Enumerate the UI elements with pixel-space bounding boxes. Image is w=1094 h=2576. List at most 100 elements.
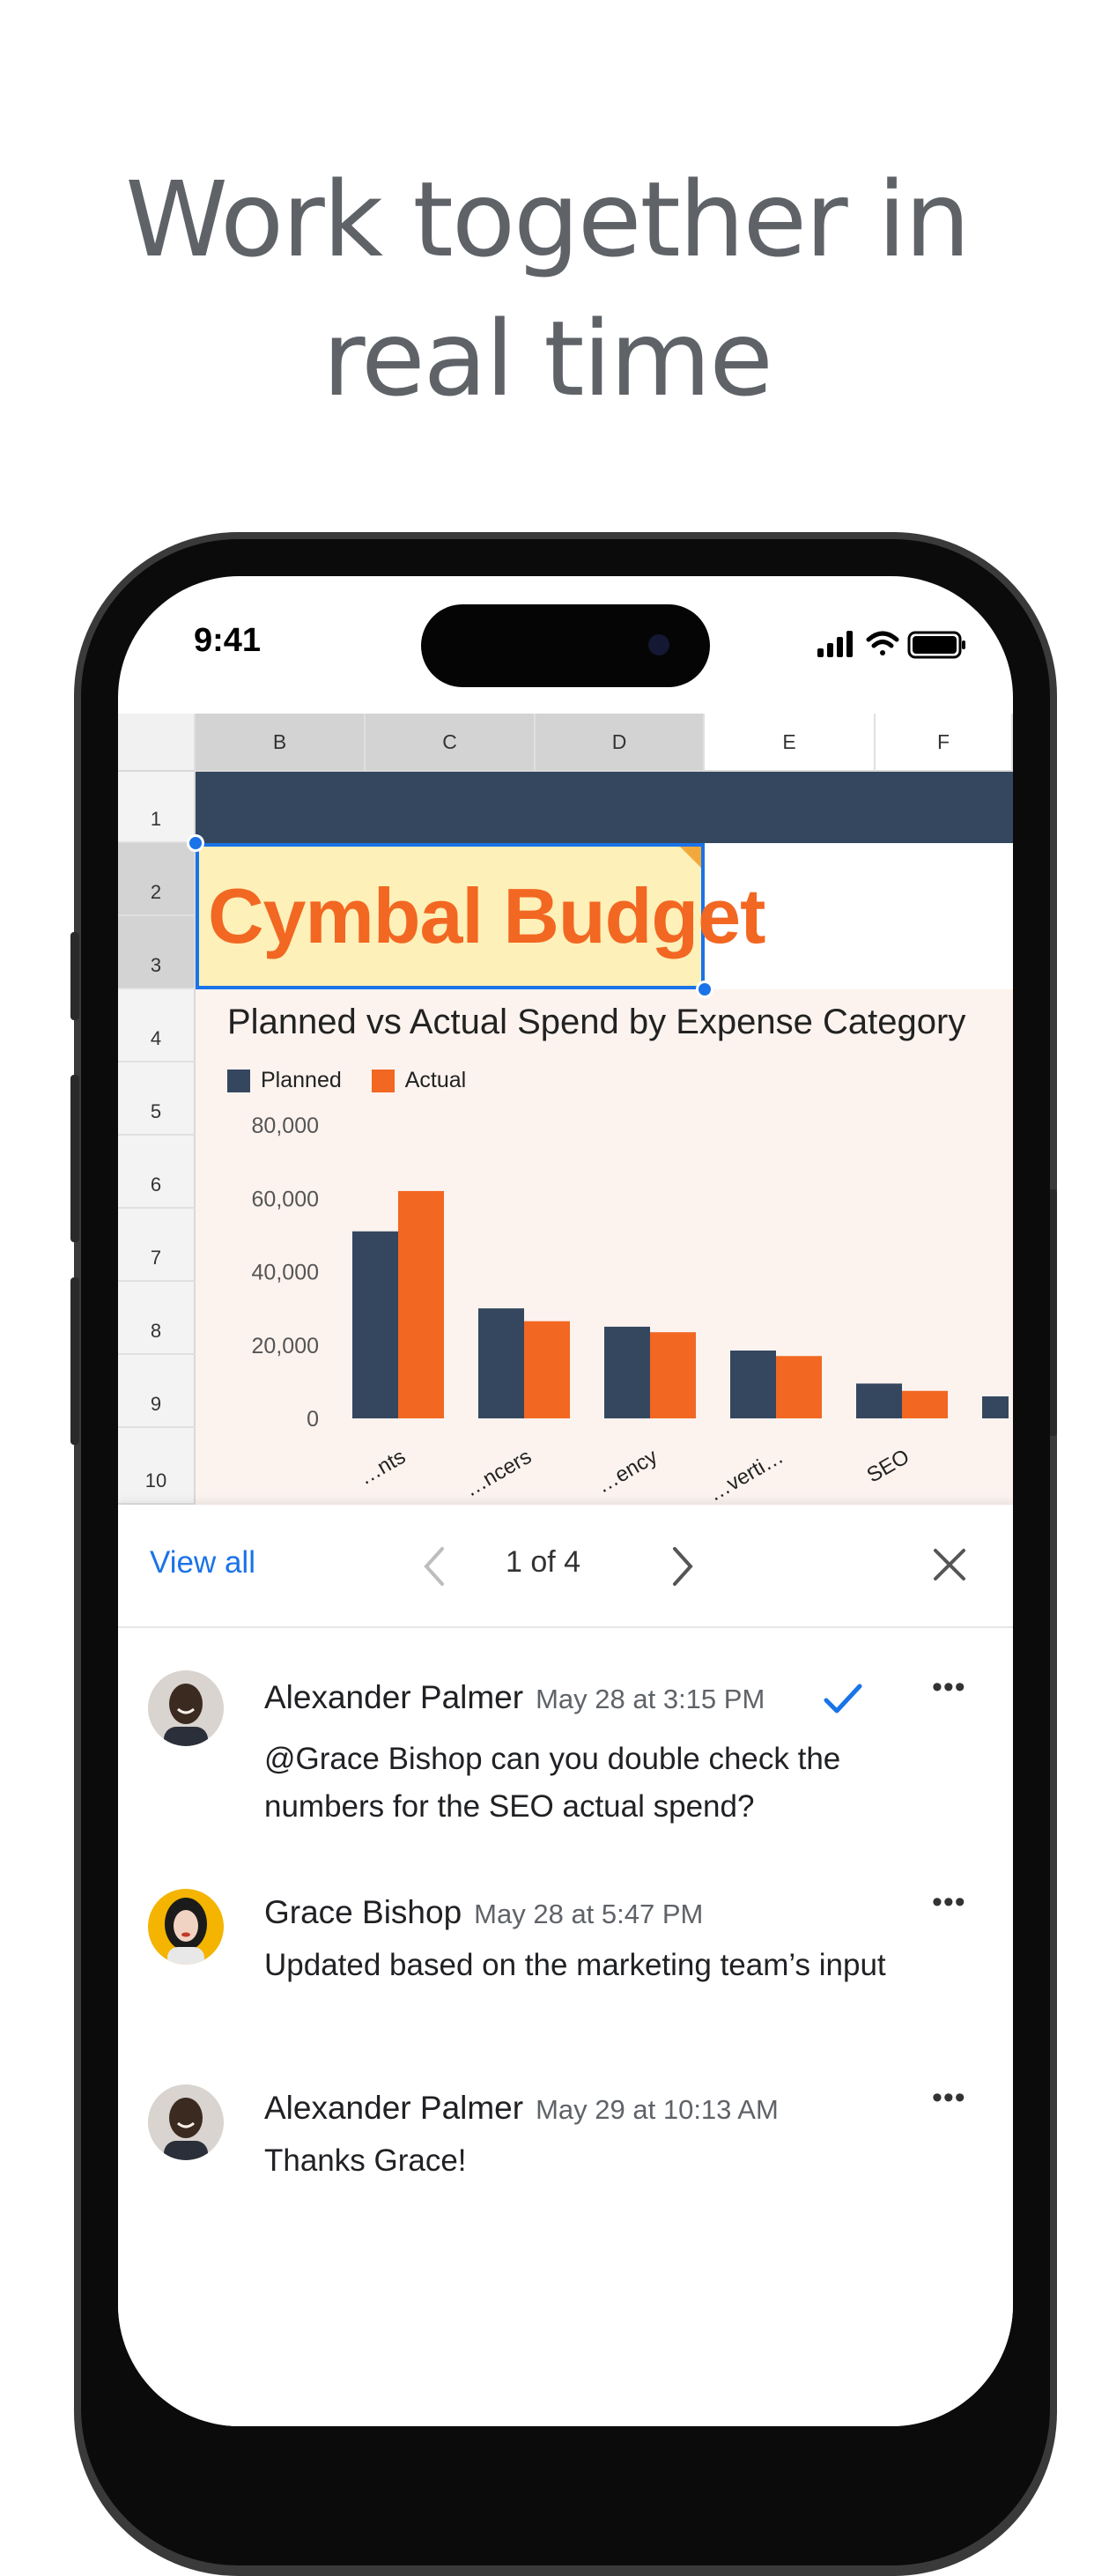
bar-planned: [982, 1396, 1009, 1418]
row-header-3[interactable]: 3: [118, 916, 196, 989]
x-tick-label: …ency: [593, 1445, 662, 1499]
y-tick-label: 60,000: [252, 1187, 319, 1211]
bar-actual: [524, 1321, 570, 1418]
bar-planned: [352, 1231, 398, 1418]
wifi-icon: [866, 631, 899, 655]
legend-label-planned: Planned: [261, 1068, 342, 1092]
bar-actual: [650, 1332, 696, 1418]
comment-author: Alexander Palmer: [264, 1679, 524, 1715]
avatar[interactable]: [148, 1670, 224, 1746]
dynamic-island: [421, 604, 710, 687]
woman-avatar-icon: [148, 1889, 224, 1965]
more-options-button[interactable]: •••: [932, 1885, 966, 1920]
comment-indicator[interactable]: [680, 847, 701, 868]
comments-toolbar: View all 1 of 4: [118, 1505, 1013, 1628]
comment-text: Updated based on the marketing team’s in…: [264, 1948, 886, 1982]
view-all-link[interactable]: View all: [150, 1545, 255, 1580]
chart-title: Planned vs Actual Spend by Expense Categ…: [227, 1003, 966, 1041]
row-header-5[interactable]: 5: [118, 1062, 196, 1136]
signal-icon: [817, 631, 853, 657]
column-header-f[interactable]: F: [876, 714, 1013, 772]
comment-text: Thanks Grace!: [264, 2143, 467, 2178]
row-header-10[interactable]: 10: [118, 1428, 196, 1505]
bar-planned: [856, 1383, 902, 1418]
avatar[interactable]: [148, 1889, 224, 1965]
bar-planned: [478, 1308, 524, 1418]
close-button[interactable]: [928, 1543, 971, 1590]
comment-timestamp: May 28 at 3:15 PM: [536, 1684, 765, 1714]
battery-icon: [907, 631, 965, 659]
comment-timestamp: May 28 at 5:47 PM: [474, 1899, 704, 1929]
next-comment-button[interactable]: [664, 1542, 699, 1595]
action-button: [70, 932, 79, 1020]
x-tick-label: …verti…: [705, 1445, 787, 1505]
chart-legend: Planned Actual: [227, 1068, 496, 1093]
select-all-corner[interactable]: [118, 714, 196, 772]
close-icon: [934, 1549, 965, 1580]
status-time: 9:41: [194, 622, 262, 659]
bar-chart: 0 20,000 40,000 60,000 80,000 …nts …ncers …ency…: [252, 1114, 1009, 1505]
selection-handle-start[interactable]: [187, 834, 204, 852]
comment-header: Alexander Palmer May 28 at 3:15 PM: [264, 1679, 765, 1716]
legend-swatch-planned: [227, 1069, 250, 1092]
chevron-right-icon: [673, 1547, 693, 1586]
chevron-left-icon: [424, 1547, 444, 1586]
y-tick-label: 80,000: [252, 1114, 319, 1138]
avatar[interactable]: [148, 2084, 224, 2160]
comment-author: Grace Bishop: [264, 1894, 462, 1930]
x-tick-label: …nts: [355, 1445, 410, 1490]
column-header-e[interactable]: E: [705, 714, 876, 772]
man-avatar-icon: [148, 1670, 224, 1746]
row-header-4[interactable]: 4: [118, 989, 196, 1062]
comment-header: Grace Bishop May 28 at 5:47 PM: [264, 1894, 703, 1931]
x-tick-label: SEO: [863, 1445, 913, 1488]
row-header-2[interactable]: 2: [118, 843, 196, 916]
row-header-9[interactable]: 9: [118, 1355, 196, 1428]
title-cell-text: Cymbal Budget: [208, 872, 765, 959]
y-tick-label: 0: [307, 1407, 319, 1432]
man-avatar-icon: [148, 2084, 224, 2160]
selection-handle-end[interactable]: [696, 981, 713, 998]
legend-actual: Actual: [371, 1068, 467, 1093]
y-tick-label: 40,000: [252, 1261, 319, 1285]
title-cell[interactable]: Cymbal Budget: [196, 843, 765, 989]
legend-planned: Planned: [227, 1068, 342, 1093]
comment-author: Alexander Palmer: [264, 2090, 524, 2126]
row-header-8[interactable]: 8: [118, 1282, 196, 1355]
more-options-button[interactable]: •••: [932, 1670, 966, 1705]
bar-actual: [776, 1356, 822, 1418]
bar-planned: [730, 1350, 776, 1418]
bar-planned: [604, 1326, 650, 1418]
headline-line1: Work together in: [125, 159, 971, 280]
column-header-c[interactable]: C: [366, 714, 536, 772]
legend-label-actual: Actual: [404, 1068, 467, 1092]
y-tick-label: 20,000: [252, 1334, 319, 1358]
row-header-7[interactable]: 7: [118, 1209, 196, 1282]
headline: Work together in real time: [0, 150, 1094, 428]
previous-comment-button[interactable]: [418, 1542, 453, 1595]
more-options-button[interactable]: •••: [932, 2081, 966, 2115]
comment-pager: 1 of 4: [506, 1545, 581, 1579]
checkmark-icon: [824, 1684, 862, 1714]
row-header-6[interactable]: 6: [118, 1136, 196, 1209]
bar-actual: [398, 1190, 444, 1418]
resolve-button[interactable]: [821, 1681, 865, 1721]
row-header-1[interactable]: 1: [118, 772, 196, 843]
camera-icon: [648, 634, 669, 655]
volume-up-button: [70, 1075, 79, 1242]
header-band-row-1[interactable]: [196, 772, 1013, 843]
headline-line2: real time: [322, 298, 773, 419]
comment-text: @Grace Bishop can you double check the n…: [264, 1742, 841, 1824]
x-tick-label: …ncers: [461, 1445, 536, 1502]
status-icons: [817, 629, 976, 665]
column-header-b[interactable]: B: [196, 714, 366, 772]
comment-header: Alexander Palmer May 29 at 10:13 AM: [264, 2090, 779, 2127]
comment-timestamp: May 29 at 10:13 AM: [536, 2094, 779, 2125]
spreadsheet[interactable]: B C D E F 1 2 3 4 5 6 7 8 9 10 Cymbal Bu…: [118, 714, 1013, 1505]
column-header-d[interactable]: D: [536, 714, 705, 772]
bar-actual: [902, 1390, 948, 1418]
phone-screen: 9:41 B C D E F 1 2 3 4 5 6 7 8 9 10 Cymb…: [118, 576, 1013, 2426]
comments-panel: View all 1 of 4 Alexander Palmer May 28 …: [118, 1505, 1013, 2426]
legend-swatch-actual: [371, 1069, 395, 1092]
volume-down-button: [70, 1277, 79, 1445]
